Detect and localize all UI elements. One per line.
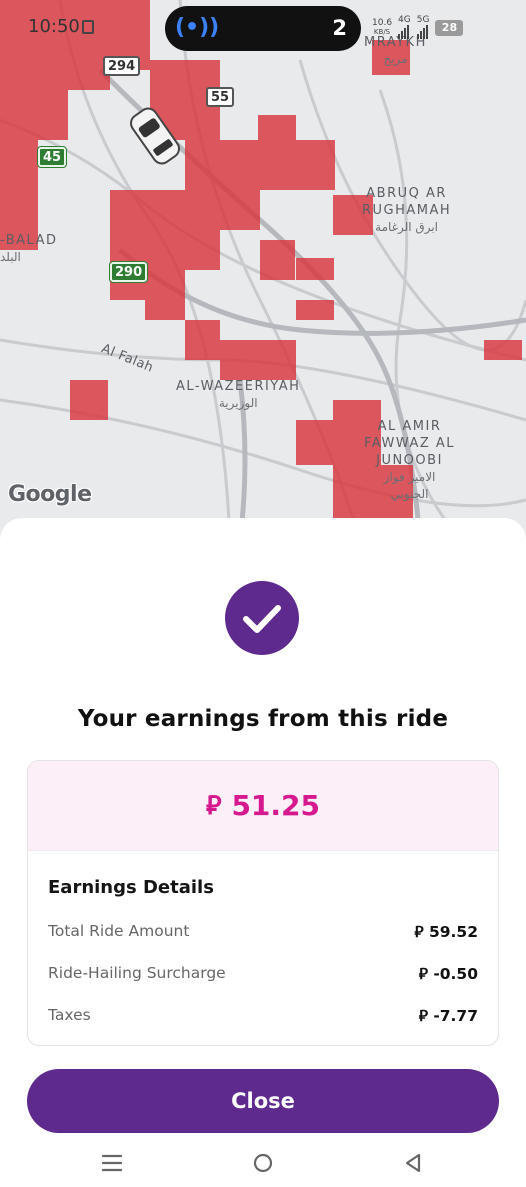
system-nav-bar	[0, 1142, 526, 1187]
route-shield-294: 294	[103, 56, 141, 76]
success-check-icon	[225, 581, 299, 655]
detail-value: ⃁ -0.50	[418, 965, 478, 983]
riyal-currency-icon: ⃁	[205, 791, 222, 821]
sim-status-icon	[82, 20, 94, 34]
back-triangle-icon[interactable]	[402, 1152, 424, 1174]
detail-row-taxes: Taxes ⃁ -7.77	[48, 1006, 478, 1026]
route-shield-290: 290	[108, 261, 149, 283]
earnings-details-title: Earnings Details	[48, 877, 214, 898]
pill-count: 2	[332, 16, 347, 40]
earnings-card: ⃁ 51.25 Earnings Details Total Ride Amou…	[27, 760, 499, 1046]
detail-value: ⃁ -7.77	[418, 1007, 478, 1025]
detail-value: ⃁ 59.52	[414, 923, 478, 941]
net-speed: 10.6 KB/S	[372, 17, 393, 36]
google-attribution-logo: Google	[8, 482, 92, 507]
place-label-amir: AL AMIR FAWWAZ AL JUNOOBI الامير فواز ال…	[364, 419, 456, 501]
broadcast-icon: (•))	[175, 15, 220, 40]
sheet-title: Your earnings from this ride	[77, 706, 449, 732]
riyal-currency-icon: ⃁	[414, 923, 424, 941]
route-shield-45: 45	[36, 146, 68, 168]
route-shield-55: 55	[206, 87, 235, 107]
detail-row-surcharge: Ride-Hailing Surcharge ⃁ -0.50	[48, 964, 478, 984]
detail-row-total-ride: Total Ride Amount ⃁ 59.52	[48, 922, 478, 942]
close-button[interactable]: Close	[27, 1069, 499, 1133]
map-view[interactable]: MRAYKH مريخ ABRUQ AR RUGHAMAH ابرق الرغا…	[0, 0, 526, 540]
place-label-wazeeriyah: AL-WAZEERIYAH الوزيرية	[176, 379, 301, 410]
riyal-currency-icon: ⃁	[418, 965, 428, 983]
signal-icon	[398, 25, 411, 39]
detail-label: Total Ride Amount	[48, 922, 190, 940]
earnings-total: ⃁ 51.25	[28, 761, 498, 851]
home-circle-icon[interactable]	[252, 1152, 274, 1174]
earnings-total-value: 51.25	[231, 789, 321, 822]
status-indicators: 10.6 KB/S 4G 5G 28	[372, 16, 464, 39]
place-label-mraykh: MRAYKH مريخ	[364, 35, 427, 66]
detail-label: Ride-Hailing Surcharge	[48, 964, 226, 982]
network-type-4g: 4G	[398, 16, 411, 39]
detail-label: Taxes	[48, 1006, 91, 1024]
network-type-5g: 5G	[416, 16, 430, 39]
place-label-balad: -BALAD البلد	[0, 233, 58, 264]
riyal-currency-icon: ⃁	[418, 1007, 428, 1025]
earnings-sheet: Your earnings from this ride ⃁ 51.25 Ear…	[0, 518, 526, 1187]
dynamic-island-pill[interactable]: (•)) 2	[165, 6, 361, 51]
place-label-abruq: ABRUQ AR RUGHAMAH ابرق الرغامة	[362, 186, 452, 234]
signal-icon	[416, 25, 430, 39]
status-time: 10:50	[28, 16, 80, 37]
battery-icon: 28	[435, 19, 464, 36]
menu-icon[interactable]	[101, 1152, 123, 1174]
